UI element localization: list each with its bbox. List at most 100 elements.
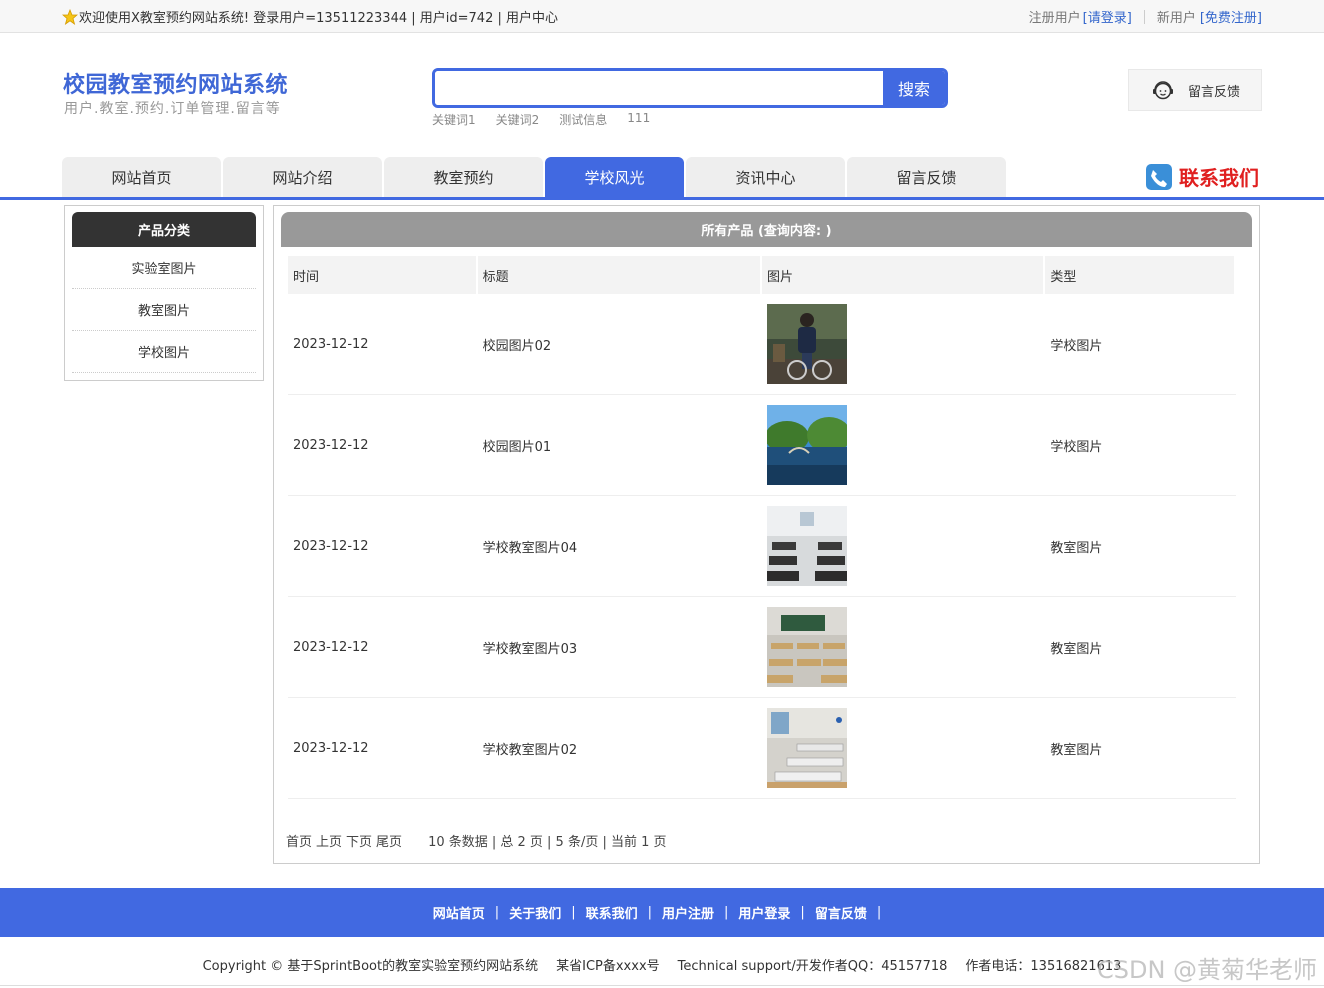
site-subtitle: 用户.教室.预约.订单管理.留言等 xyxy=(64,101,281,117)
feedback-label: 留言反馈 xyxy=(1187,84,1240,100)
contact-us-link[interactable]: 联系我们 xyxy=(1145,162,1259,191)
table-row: 2023-12-12 校园图片02 学校图片 xyxy=(288,294,1236,395)
login-link[interactable]: [请登录] xyxy=(1083,7,1132,26)
sidebar-title: 产品分类 xyxy=(72,212,256,247)
row-image[interactable] xyxy=(762,506,1043,586)
tab-feedback[interactable]: 留言反馈 xyxy=(847,157,1006,197)
table-row: 2023-12-12 校园图片01 学校图片 xyxy=(288,395,1236,496)
row-time: 2023-12-12 xyxy=(293,538,369,554)
footer-link-contact[interactable]: 联系我们 xyxy=(586,903,638,922)
person-on-bicycle-image[interactable] xyxy=(767,304,847,384)
sidebar-item-school-pictures[interactable]: 学校图片 xyxy=(72,331,256,373)
hot-keywords: 关键词1 关键词2 测试信息 111 xyxy=(432,111,650,128)
tab-booking[interactable]: 教室预约 xyxy=(384,157,543,197)
row-type: 学校图片 xyxy=(1050,439,1103,455)
tab-home[interactable]: 网站首页 xyxy=(62,157,221,197)
footer-nav: 网站首页 | 关于我们 | 联系我们 | 用户注册 | 用户登录 | 留言反馈 | xyxy=(0,888,1324,937)
row-time: 2023-12-12 xyxy=(293,639,369,655)
new-user-label: 新用户 xyxy=(1156,11,1196,26)
table-row: 2023-12-12 学校教室图片03 教室图片 xyxy=(288,597,1236,698)
divider xyxy=(1143,9,1145,24)
classroom-desks-image[interactable] xyxy=(767,506,847,586)
keyword-link[interactable]: 测试信息 xyxy=(559,111,607,128)
copyright-text: Copyright © 基于SprintBoot的教室实验室预约网站系统 xyxy=(202,959,539,974)
footer-separator: | xyxy=(724,905,729,920)
footer-link-login[interactable]: 用户登录 xyxy=(738,903,790,922)
star-icon xyxy=(62,8,78,25)
classroom-blackboard-image[interactable] xyxy=(767,607,847,687)
tab-scenery[interactable]: 学校风光 xyxy=(545,157,684,197)
classroom-window-image[interactable] xyxy=(767,708,847,788)
bottom-divider xyxy=(0,985,1324,986)
sidebar-item-classroom-pictures[interactable]: 教室图片 xyxy=(72,289,256,331)
footer-link-feedback[interactable]: 留言反馈 xyxy=(815,903,867,922)
panel-title: 所有产品 (查询内容: ) xyxy=(281,212,1252,247)
campus-lake-bridge-image[interactable] xyxy=(767,405,847,485)
row-time: 2023-12-12 xyxy=(293,437,369,453)
welcome-text[interactable]: 欢迎使用X教室预约网站系统! 登录用户=13511223344 | 用户id=7… xyxy=(79,7,558,26)
headset-icon xyxy=(1152,81,1173,100)
icp-text: 某省ICP备xxxx号 xyxy=(556,959,660,974)
category-sidebar: 产品分类 实验室图片 教室图片 学校图片 xyxy=(64,205,264,381)
footer-link-about[interactable]: 关于我们 xyxy=(509,903,561,922)
sidebar-item-lab-pictures[interactable]: 实验室图片 xyxy=(72,247,256,289)
table-row: 2023-12-12 学校教室图片02 教室图片 xyxy=(288,698,1236,799)
column-header: 类型 xyxy=(1045,256,1234,294)
phone-icon xyxy=(1146,163,1172,190)
welcome-message: 欢迎使用X教室预约网站系统! 登录用户=13511223344 | 用户id=7… xyxy=(62,7,558,26)
row-type: 教室图片 xyxy=(1050,540,1103,556)
footer-separator: | xyxy=(647,905,652,920)
nav-underline xyxy=(0,197,1324,200)
auth-links: 注册用户 [请登录] 新用户 [免费注册] xyxy=(1029,7,1262,26)
row-title[interactable]: 校园图片02 xyxy=(478,335,760,354)
row-image[interactable] xyxy=(762,405,1043,485)
keyword-link[interactable]: 111 xyxy=(627,111,650,128)
table-header: 时间 标题 图片 类型 xyxy=(288,256,1236,294)
row-type: 教室图片 xyxy=(1050,742,1103,758)
row-title[interactable]: 校园图片01 xyxy=(478,436,760,455)
product-panel: 所有产品 (查询内容: ) 时间 标题 图片 类型 2023-12-12 校园图… xyxy=(273,205,1260,864)
row-image[interactable] xyxy=(762,304,1043,384)
watermark: CSDN @黄菊华老师 xyxy=(1097,956,1318,984)
row-image[interactable] xyxy=(762,708,1043,788)
product-table: 时间 标题 图片 类型 2023-12-12 校园图片02 学校图片 2023-… xyxy=(288,256,1236,799)
tab-news[interactable]: 资讯中心 xyxy=(686,157,845,197)
keyword-link[interactable]: 关键词1 xyxy=(432,111,476,128)
next-page-link[interactable]: 下页 xyxy=(346,831,372,850)
footer-link-home[interactable]: 网站首页 xyxy=(433,903,485,922)
row-time: 2023-12-12 xyxy=(293,740,369,756)
search-input[interactable] xyxy=(435,71,883,105)
row-type: 教室图片 xyxy=(1050,641,1103,657)
feedback-button[interactable]: 留言反馈 xyxy=(1128,69,1262,111)
register-label: 注册用户 xyxy=(1028,11,1081,26)
pagination: 首页 上页 下页 尾页 10 条数据 | 总 2 页 | 5 条/页 | 当前 … xyxy=(286,831,667,850)
search-button[interactable]: 搜索 xyxy=(883,71,945,105)
signup-link[interactable]: [免费注册] xyxy=(1200,7,1262,26)
contact-us-label: 联系我们 xyxy=(1179,166,1259,190)
footer-link-register[interactable]: 用户注册 xyxy=(662,903,714,922)
footer-separator: | xyxy=(800,905,805,920)
row-time: 2023-12-12 xyxy=(293,336,369,352)
column-header: 时间 xyxy=(288,256,476,294)
main-nav: 网站首页 网站介绍 教室预约 学校风光 资讯中心 留言反馈 xyxy=(62,157,1006,197)
search-bar: 搜索 xyxy=(432,68,948,108)
prev-page-link[interactable]: 上页 xyxy=(316,831,342,850)
last-page-link[interactable]: 尾页 xyxy=(376,831,402,850)
row-title[interactable]: 学校教室图片02 xyxy=(478,739,760,758)
row-image[interactable] xyxy=(762,607,1043,687)
pagination-info: 10 条数据 | 总 2 页 | 5 条/页 | 当前 1 页 xyxy=(428,835,667,850)
column-header: 标题 xyxy=(477,256,760,294)
first-page-link[interactable]: 首页 xyxy=(286,831,312,850)
footer-separator: | xyxy=(876,905,882,920)
row-title[interactable]: 学校教室图片04 xyxy=(478,537,760,556)
keyword-link[interactable]: 关键词2 xyxy=(496,111,540,128)
tab-about[interactable]: 网站介绍 xyxy=(223,157,382,197)
support-text: Technical support/开发作者QQ：45157718 xyxy=(677,959,948,974)
site-title[interactable]: 校园教室预约网站系统 xyxy=(63,67,288,99)
footer-separator: | xyxy=(494,905,500,920)
row-title[interactable]: 学校教室图片03 xyxy=(478,638,760,657)
footer-separator: | xyxy=(571,905,576,920)
top-bar: 欢迎使用X教室预约网站系统! 登录用户=13511223344 | 用户id=7… xyxy=(0,0,1324,33)
column-header: 图片 xyxy=(762,256,1044,294)
row-type: 学校图片 xyxy=(1050,338,1103,354)
